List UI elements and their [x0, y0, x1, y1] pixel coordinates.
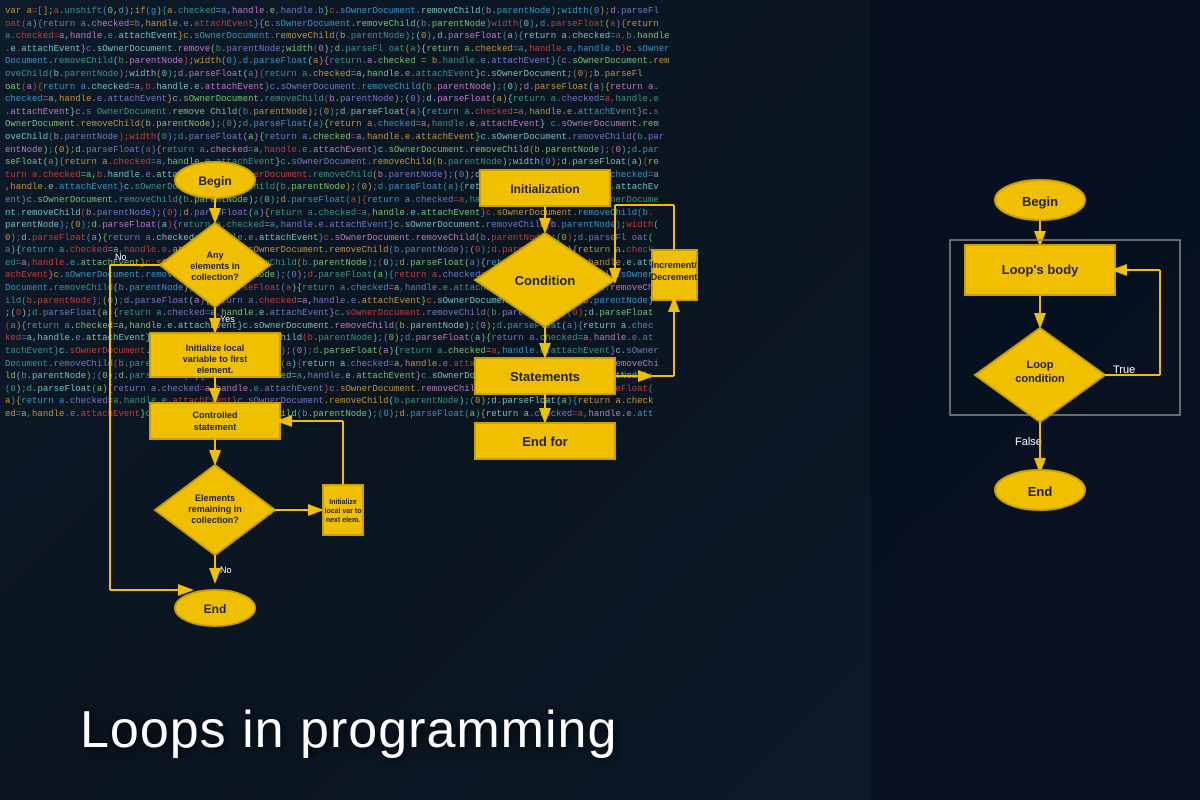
svg-text:False: False [1015, 436, 1042, 448]
svg-text:Increment/: Increment/ [651, 260, 697, 270]
svg-text:Controlled: Controlled [193, 410, 238, 420]
svg-text:End for: End for [522, 434, 568, 449]
svg-text:elements in: elements in [190, 261, 240, 271]
svg-text:variable to first: variable to first [183, 354, 248, 364]
flowchart-mid: Initialization Condition Statements Incr… [400, 165, 700, 585]
flowchart-right: Begin Loop's body Loop condition True Fa… [895, 175, 1185, 595]
svg-text:Initialize local: Initialize local [186, 343, 245, 353]
svg-text:End: End [1028, 484, 1053, 499]
svg-text:condition: condition [1015, 373, 1065, 385]
svg-text:No: No [220, 565, 232, 575]
svg-text:Loop's body: Loop's body [1002, 262, 1080, 277]
svg-text:next elem.: next elem. [326, 517, 360, 524]
svg-text:collection?: collection? [191, 515, 239, 525]
svg-text:statement: statement [194, 422, 237, 432]
svg-text:Decrement: Decrement [651, 272, 698, 282]
svg-text:Initialization: Initialization [510, 182, 579, 196]
svg-text:Statements: Statements [510, 369, 580, 384]
svg-text:End: End [204, 602, 227, 616]
svg-text:Initialize: Initialize [329, 499, 357, 506]
svg-text:Condition: Condition [515, 273, 576, 288]
svg-text:Yes: Yes [220, 314, 235, 324]
svg-text:Any: Any [206, 250, 223, 260]
svg-text:local var to: local var to [325, 508, 362, 515]
svg-text:Begin: Begin [1022, 194, 1058, 209]
flowchart-left: Begin Any elements in collection? Yes In… [60, 155, 370, 635]
svg-text:Loop: Loop [1027, 359, 1054, 371]
svg-text:collection?: collection? [191, 272, 239, 282]
svg-text:remaining in: remaining in [188, 504, 242, 514]
svg-text:element.: element. [197, 365, 234, 375]
svg-text:Begin: Begin [198, 174, 231, 188]
page-title: Loops in programming [80, 700, 617, 760]
svg-text:No: No [115, 252, 127, 262]
svg-text:Elements: Elements [195, 493, 235, 503]
